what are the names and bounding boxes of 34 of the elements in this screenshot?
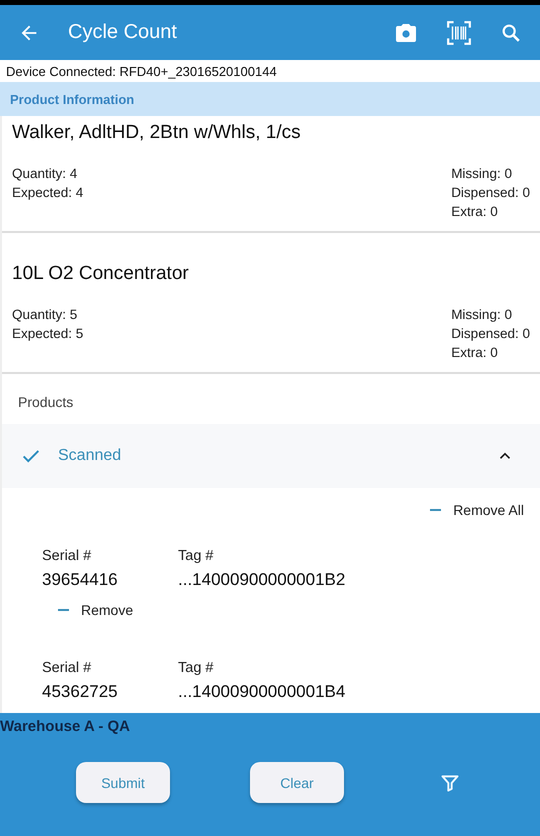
serial-label: Serial # xyxy=(42,660,92,676)
missing-label: Missing: 0 xyxy=(451,306,513,324)
device-status: Device Connected: RFD40+_23016520100144 xyxy=(5,63,278,81)
dispensed-label: Dispensed: 0 xyxy=(451,184,530,202)
scanned-header[interactable]: Scanned xyxy=(2,424,540,488)
serial-number: 39654416 xyxy=(42,570,119,590)
remove-all-button[interactable]: Remove All xyxy=(428,500,526,520)
filter-icon[interactable] xyxy=(440,772,460,792)
tag-number: ...14000900000001B2 xyxy=(178,570,346,590)
barcode-scan-icon[interactable] xyxy=(446,20,472,46)
product-name: Walker, AdltHD, 2Btn w/Whls, 1/cs xyxy=(12,122,302,144)
submit-button[interactable]: Submit xyxy=(76,762,170,803)
extra-label: Extra: 0 xyxy=(451,203,499,221)
remove-button[interactable]: Remove xyxy=(56,600,136,620)
section-title: Scanned xyxy=(58,447,122,465)
tag-label: Tag # xyxy=(178,548,214,564)
serial-label: Serial # xyxy=(42,548,92,564)
quantity-label: Quantity: 5 xyxy=(12,306,78,324)
serial-number: 45362725 xyxy=(42,682,119,702)
search-icon[interactable] xyxy=(500,22,522,44)
extra-label: Extra: 0 xyxy=(451,344,499,362)
location-label: Warehouse A - QA xyxy=(0,717,132,735)
missing-label: Missing: 0 xyxy=(451,165,513,183)
products-label: Products xyxy=(17,393,74,412)
screen-title: Cycle Count xyxy=(68,21,178,44)
expected-label: Expected: 5 xyxy=(12,325,84,343)
section-title: Product Information xyxy=(10,92,134,106)
product-name: 10L O2 Concentrator xyxy=(12,263,190,285)
clear-button[interactable]: Clear xyxy=(250,762,344,803)
tag-label: Tag # xyxy=(178,660,214,676)
expected-label: Expected: 4 xyxy=(12,184,84,202)
dispensed-label: Dispensed: 0 xyxy=(451,325,530,343)
quantity-label: Quantity: 4 xyxy=(12,165,78,183)
tag-number: ...14000900000001B4 xyxy=(178,682,346,702)
